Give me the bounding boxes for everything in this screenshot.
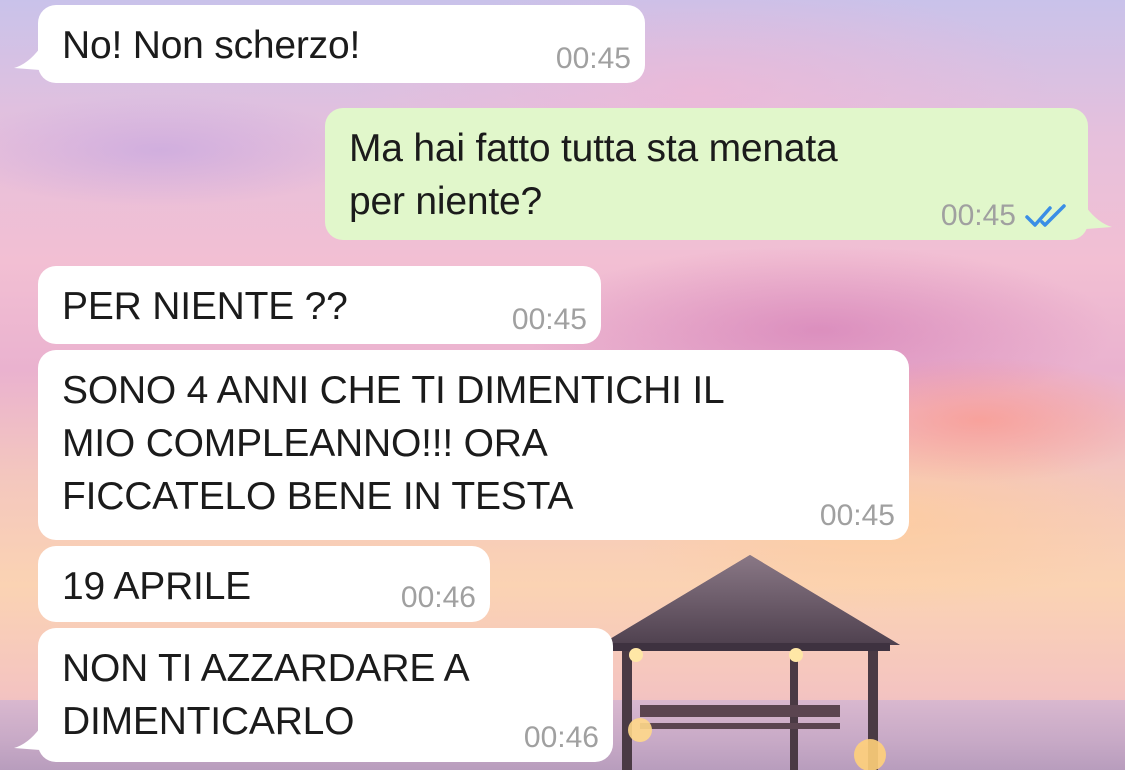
message-incoming[interactable]: PER NIENTE ?? 00:45: [38, 266, 601, 344]
message-timestamp: 00:46: [523, 721, 599, 754]
message-text: PER NIENTE ??: [62, 285, 348, 328]
message-incoming[interactable]: NON TI AZZARDARE A DIMENTICARLO 00:46: [38, 628, 613, 762]
double-check-icon: [1025, 204, 1066, 227]
message-incoming[interactable]: No! Non scherzo! 00:45: [38, 5, 645, 83]
incoming-bubble-tail: [14, 728, 40, 750]
outgoing-bubble-tail: [1086, 207, 1112, 229]
message-text: No! Non scherzo!: [62, 24, 361, 67]
message-timestamp: 00:45: [819, 499, 895, 532]
message-text: SONO 4 ANNI CHE TI DIMENTICHI IL MIO COM…: [62, 369, 725, 518]
message-timestamp: 00:46: [400, 581, 476, 614]
message-incoming[interactable]: 19 APRILE 00:46: [38, 546, 490, 622]
message-outgoing[interactable]: Ma hai fatto tutta sta menata per niente…: [325, 108, 1088, 240]
message-timestamp: 00:45: [555, 42, 631, 75]
incoming-bubble-tail: [14, 48, 40, 70]
message-text: NON TI AZZARDARE A DIMENTICARLO: [62, 647, 470, 743]
wallpaper-gazebo: [600, 555, 900, 770]
message-incoming[interactable]: SONO 4 ANNI CHE TI DIMENTICHI IL MIO COM…: [38, 350, 909, 540]
message-timestamp: 00:45: [940, 199, 1016, 232]
message-timestamp: 00:45: [511, 303, 587, 336]
